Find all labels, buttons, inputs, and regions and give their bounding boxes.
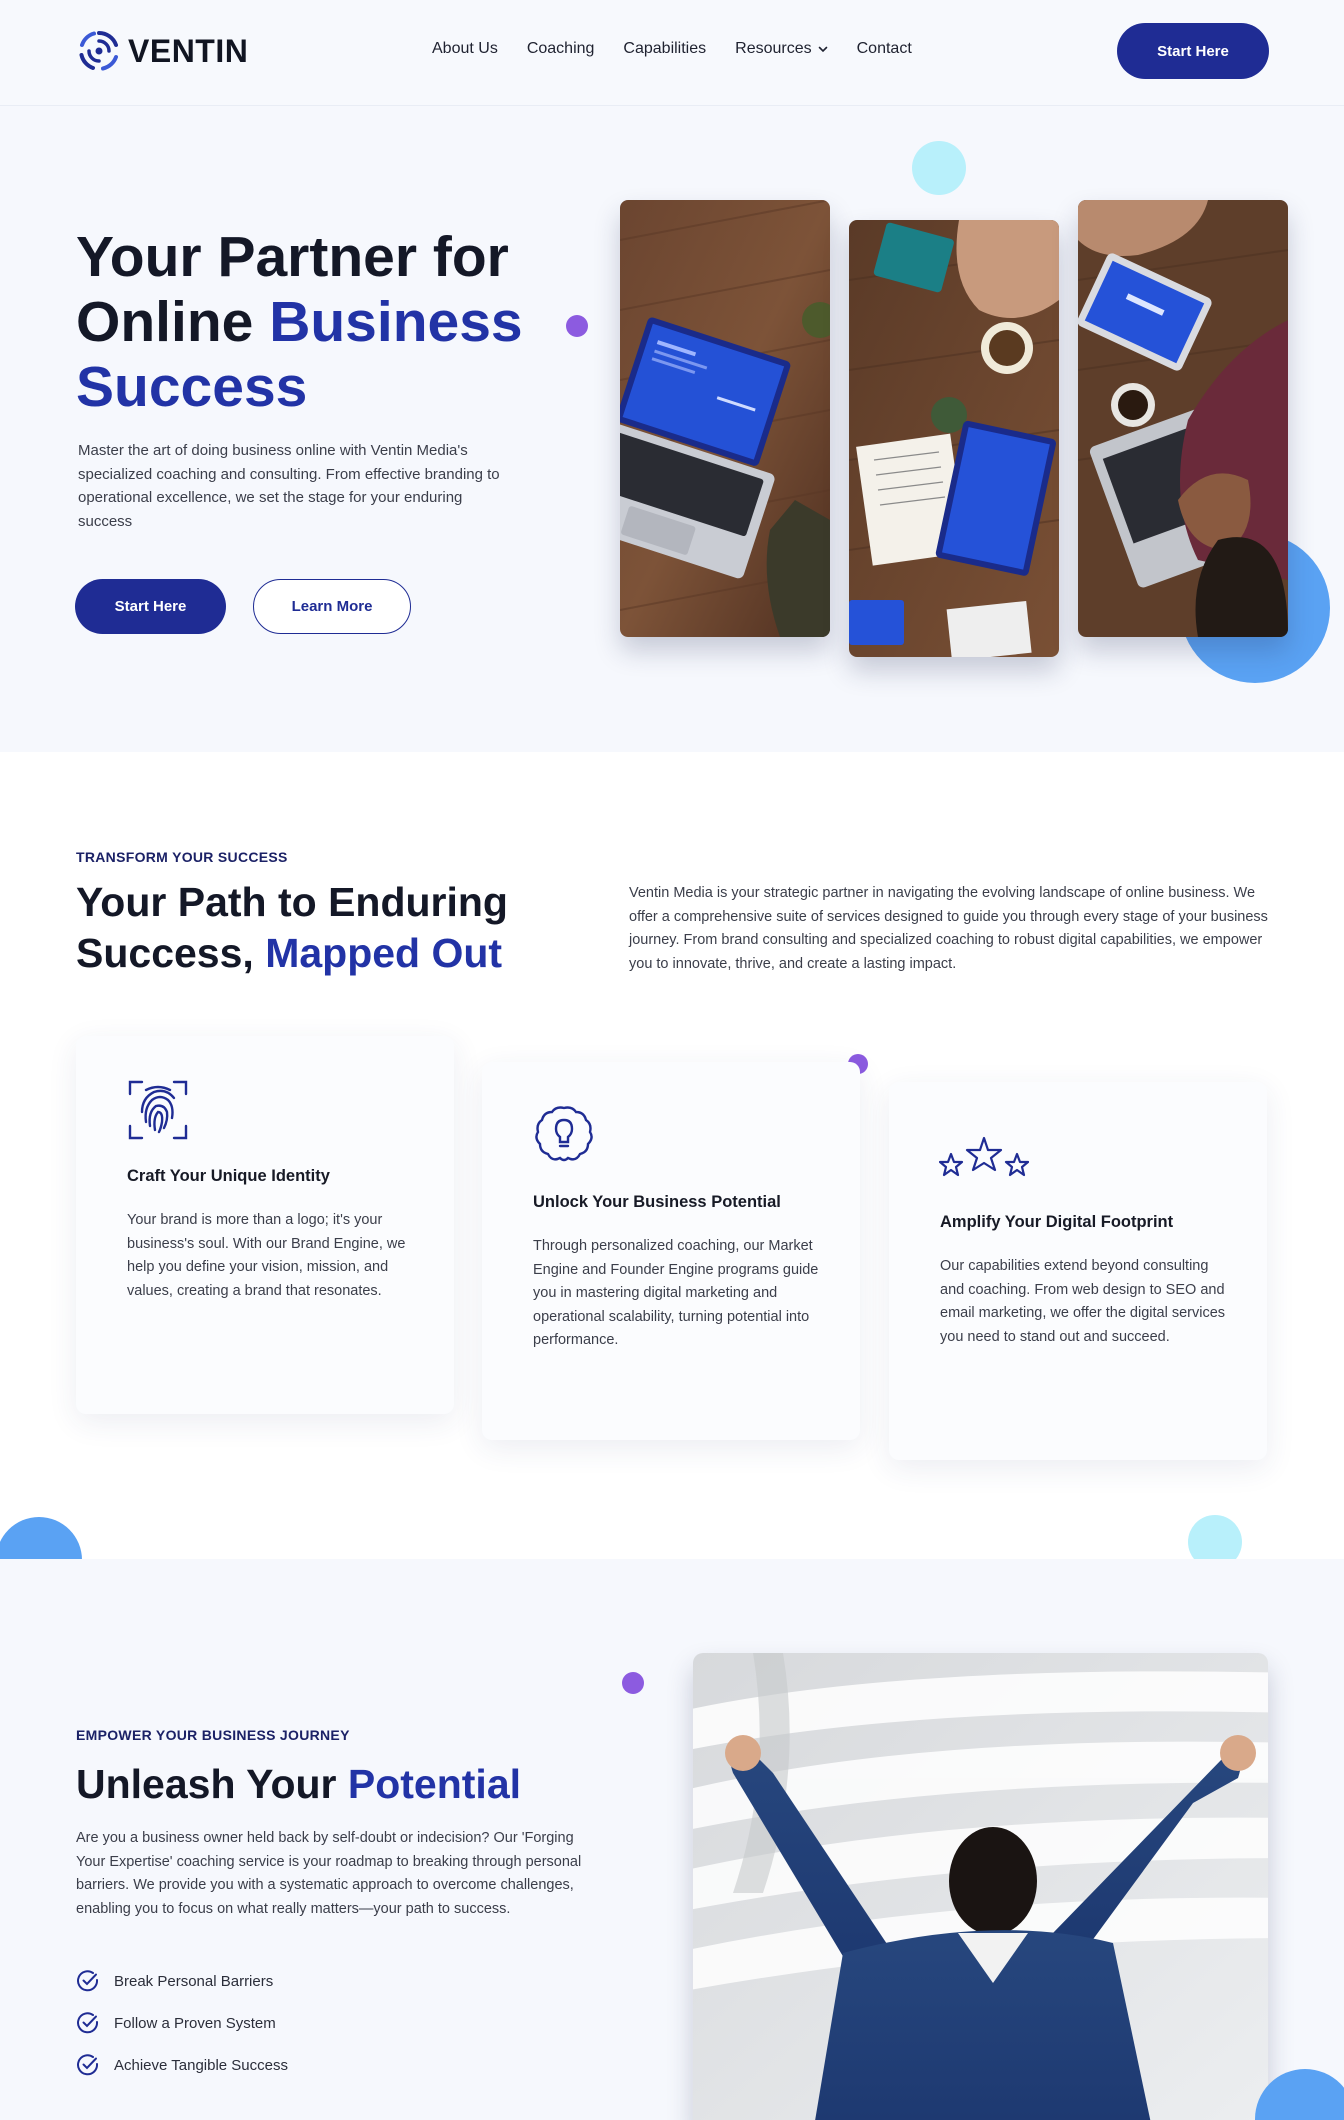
checklist-item: Follow a Proven System xyxy=(76,2011,276,2035)
hero-title-line3: Success xyxy=(76,355,308,419)
site-header: VENTIN About Us Coaching Capabilities Re… xyxy=(0,0,1344,106)
decor-dot xyxy=(912,141,966,195)
logo-text: VENTIN xyxy=(128,32,249,69)
hero-title-line1: Your Partner for xyxy=(76,225,509,289)
hero-description: Master the art of doing business online … xyxy=(78,442,500,530)
path-title-line1: Your Path to Enduring xyxy=(76,879,508,925)
check-circle-icon xyxy=(77,1970,99,1992)
potential-title-accent: Potential xyxy=(347,1761,522,1807)
checklist-item: Achieve Tangible Success xyxy=(76,2053,288,2077)
hero-section: Your Partner for Online Business Success… xyxy=(0,107,1344,752)
card-title: Amplify Your Digital Footprint xyxy=(940,1213,1174,1231)
stars-icon xyxy=(939,1136,1029,1177)
decor-circle xyxy=(1255,2069,1344,2120)
check-circle-icon xyxy=(77,2054,99,2076)
success-photo xyxy=(693,1653,1268,2120)
path-title: Your Path to Enduring Success, Mapped Ou… xyxy=(76,877,508,979)
nav-coaching[interactable]: Coaching xyxy=(527,40,595,58)
path-title-accent: Mapped Out xyxy=(265,930,503,976)
chevron-down-icon xyxy=(818,46,827,53)
card-title: Craft Your Unique Identity xyxy=(127,1167,330,1185)
decor-dot xyxy=(1188,1515,1242,1559)
hero-photo-laptop xyxy=(620,200,830,637)
header-start-button[interactable]: Start Here xyxy=(1117,23,1269,79)
checklist-label: Follow a Proven System xyxy=(114,2014,276,2032)
path-eyebrow: TRANSFORM YOUR SUCCESS xyxy=(76,849,288,865)
nav-resources-label: Resources xyxy=(735,40,812,57)
check-circle-icon xyxy=(77,2012,99,2034)
decor-dot xyxy=(566,315,588,337)
service-card[interactable]: Craft Your Unique Identity Your brand is… xyxy=(76,1036,454,1414)
logo-swirl-icon xyxy=(79,30,118,71)
decor-dot xyxy=(622,1672,644,1694)
card-title: Unlock Your Business Potential xyxy=(533,1193,781,1211)
potential-title-plain: Unleash Your xyxy=(76,1761,348,1807)
nav-contact[interactable]: Contact xyxy=(857,40,912,58)
potential-section: EMPOWER YOUR BUSINESS JOURNEY Unleash Yo… xyxy=(0,1559,1344,2120)
nav-resources[interactable]: Resources xyxy=(735,40,827,58)
main-nav: About Us Coaching Capabilities Resources… xyxy=(432,40,912,58)
brain-lightbulb-icon xyxy=(535,1106,593,1162)
fingerprint-icon xyxy=(128,1080,188,1140)
hero-learn-more-button[interactable]: Learn More xyxy=(253,579,411,634)
potential-description: Are you a business owner held back by se… xyxy=(76,1830,582,1917)
nav-about-us[interactable]: About Us xyxy=(432,40,498,58)
card-description: Our capabilities extend beyond consultin… xyxy=(940,1258,1226,1345)
hero-title-accent: Business xyxy=(269,290,523,354)
card-description: Your brand is more than a logo; it's you… xyxy=(127,1212,406,1299)
logo[interactable]: VENTIN xyxy=(76,28,248,74)
nav-capabilities[interactable]: Capabilities xyxy=(623,40,706,58)
hero-title-line2: Online xyxy=(76,290,270,354)
hero-start-button[interactable]: Start Here xyxy=(75,579,226,634)
checklist-item: Break Personal Barriers xyxy=(76,1969,273,1993)
hero-photo-meeting xyxy=(1078,200,1288,637)
potential-title: Unleash Your Potential xyxy=(76,1761,521,1808)
potential-eyebrow: EMPOWER YOUR BUSINESS JOURNEY xyxy=(76,1727,350,1743)
path-title-line2: Success, xyxy=(76,930,266,976)
checklist-label: Achieve Tangible Success xyxy=(114,2056,288,2074)
card-description: Through personalized coaching, our Marke… xyxy=(533,1238,819,1348)
decor-circle xyxy=(0,1517,82,1559)
path-section: TRANSFORM YOUR SUCCESS Your Path to Endu… xyxy=(0,752,1344,1559)
hero-photo-coffee xyxy=(849,220,1059,657)
service-card[interactable]: Unlock Your Business Potential Through p… xyxy=(482,1062,860,1440)
service-card[interactable]: Amplify Your Digital Footprint Our capab… xyxy=(889,1082,1267,1460)
path-description: Ventin Media is your strategic partner i… xyxy=(629,885,1268,972)
hero-title: Your Partner for Online Business Success xyxy=(76,225,523,420)
checklist-label: Break Personal Barriers xyxy=(114,1972,274,1990)
